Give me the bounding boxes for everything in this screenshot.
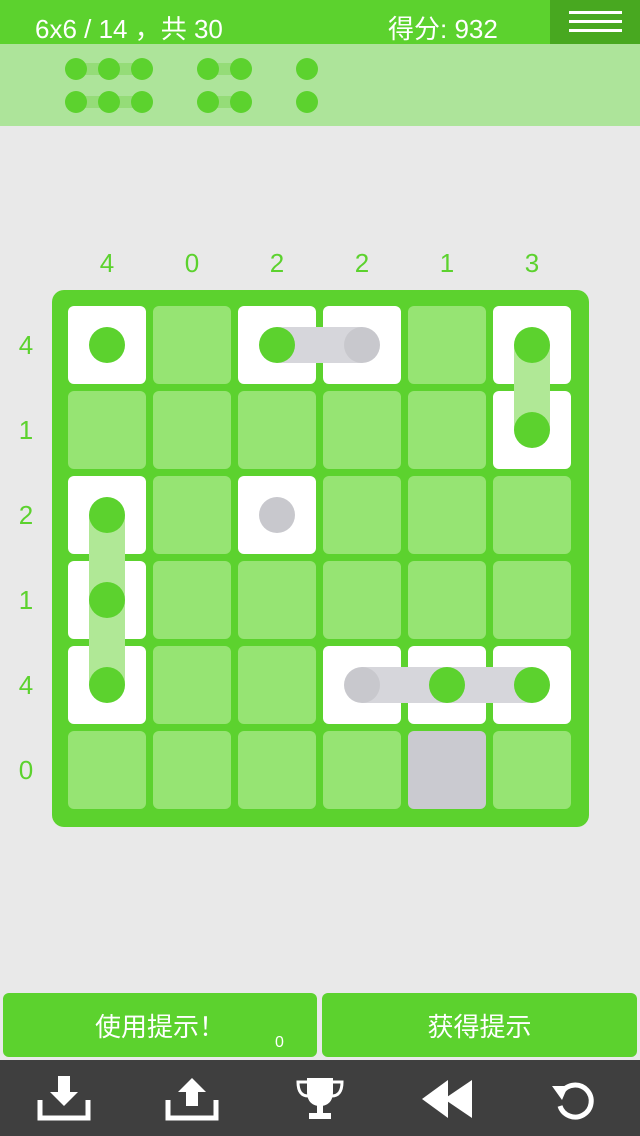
undo-icon[interactable]: [548, 1074, 604, 1124]
hint-count: 0: [275, 1034, 284, 1051]
fleet-legend: [0, 44, 640, 126]
fleet-ship-1: [296, 91, 318, 113]
menu-icon: [569, 11, 622, 14]
use-hint-label: 使用提示！: [94, 1011, 225, 1042]
ship-segment: [89, 497, 125, 533]
ship-segment-unknown: [344, 327, 380, 363]
level-indicator: 6x6 / 14 ，共 30: [35, 14, 223, 44]
column-clue: 3: [524, 248, 540, 278]
column-clue: 4: [99, 248, 115, 278]
board-cell[interactable]: [153, 476, 231, 554]
trophy-icon[interactable]: [292, 1074, 348, 1124]
board-cell[interactable]: [408, 306, 486, 384]
board-cell[interactable]: [493, 731, 571, 809]
board-cell[interactable]: [153, 646, 231, 724]
board-cell[interactable]: [153, 561, 231, 639]
get-hint-button[interactable]: 获得提示: [322, 993, 637, 1057]
board-cell[interactable]: [323, 561, 401, 639]
board-cell[interactable]: [323, 476, 401, 554]
top-bar: 6x6 / 14 ，共 30 得分: 932: [0, 0, 640, 44]
board-cell[interactable]: [238, 731, 316, 809]
fleet-ship-2: [197, 58, 252, 80]
column-clue: 2: [354, 248, 370, 278]
fleet-ship-3: [65, 91, 153, 113]
menu-button[interactable]: [550, 0, 640, 44]
board-cell[interactable]: [408, 561, 486, 639]
row-clue: 1: [18, 585, 34, 615]
column-clue: 2: [269, 248, 285, 278]
board-cell[interactable]: [493, 476, 571, 554]
row-clue: 1: [18, 415, 34, 445]
menu-icon-line: [569, 29, 622, 32]
column-clue: 0: [184, 248, 200, 278]
ship-segment-unknown: [344, 667, 380, 703]
board-cell[interactable]: [408, 391, 486, 469]
ship-segment-unknown: [259, 497, 295, 533]
row-clue: 2: [18, 500, 34, 530]
board-cell[interactable]: [153, 391, 231, 469]
column-clue: 1: [439, 248, 455, 278]
ship-segment: [89, 667, 125, 703]
board-cell[interactable]: [408, 476, 486, 554]
board-cell[interactable]: [323, 391, 401, 469]
get-hint-label: 获得提示: [427, 1011, 532, 1042]
bottom-toolbar: [0, 1060, 640, 1136]
upload-icon[interactable]: [164, 1074, 220, 1124]
score-display: 得分: 932: [388, 14, 498, 44]
ship-segment: [514, 327, 550, 363]
row-clue: 0: [18, 755, 34, 785]
board-cell-water[interactable]: [408, 731, 486, 809]
download-icon[interactable]: [36, 1074, 92, 1124]
ship-segment: [89, 327, 125, 363]
ship-segment: [259, 327, 295, 363]
board-cell[interactable]: [493, 561, 571, 639]
board-cell[interactable]: [68, 731, 146, 809]
ship-segment: [429, 667, 465, 703]
ship-segment: [514, 412, 550, 448]
board-cell[interactable]: [238, 646, 316, 724]
use-hint-button[interactable]: 使用提示！: [3, 993, 317, 1057]
row-clue: 4: [18, 670, 34, 700]
ship-segment: [89, 582, 125, 618]
board-cell[interactable]: [153, 306, 231, 384]
board-cell[interactable]: [238, 561, 316, 639]
board-cell[interactable]: [238, 391, 316, 469]
fleet-ship-3: [65, 58, 153, 80]
row-clue: 4: [18, 330, 34, 360]
rewind-icon[interactable]: [420, 1074, 476, 1124]
board-cell[interactable]: [153, 731, 231, 809]
menu-icon-line: [569, 20, 622, 23]
board-cell[interactable]: [323, 731, 401, 809]
board-cell[interactable]: [68, 391, 146, 469]
fleet-ship-1: [296, 58, 318, 80]
fleet-ship-2: [197, 91, 252, 113]
ship-segment: [514, 667, 550, 703]
game-board: [52, 290, 589, 827]
